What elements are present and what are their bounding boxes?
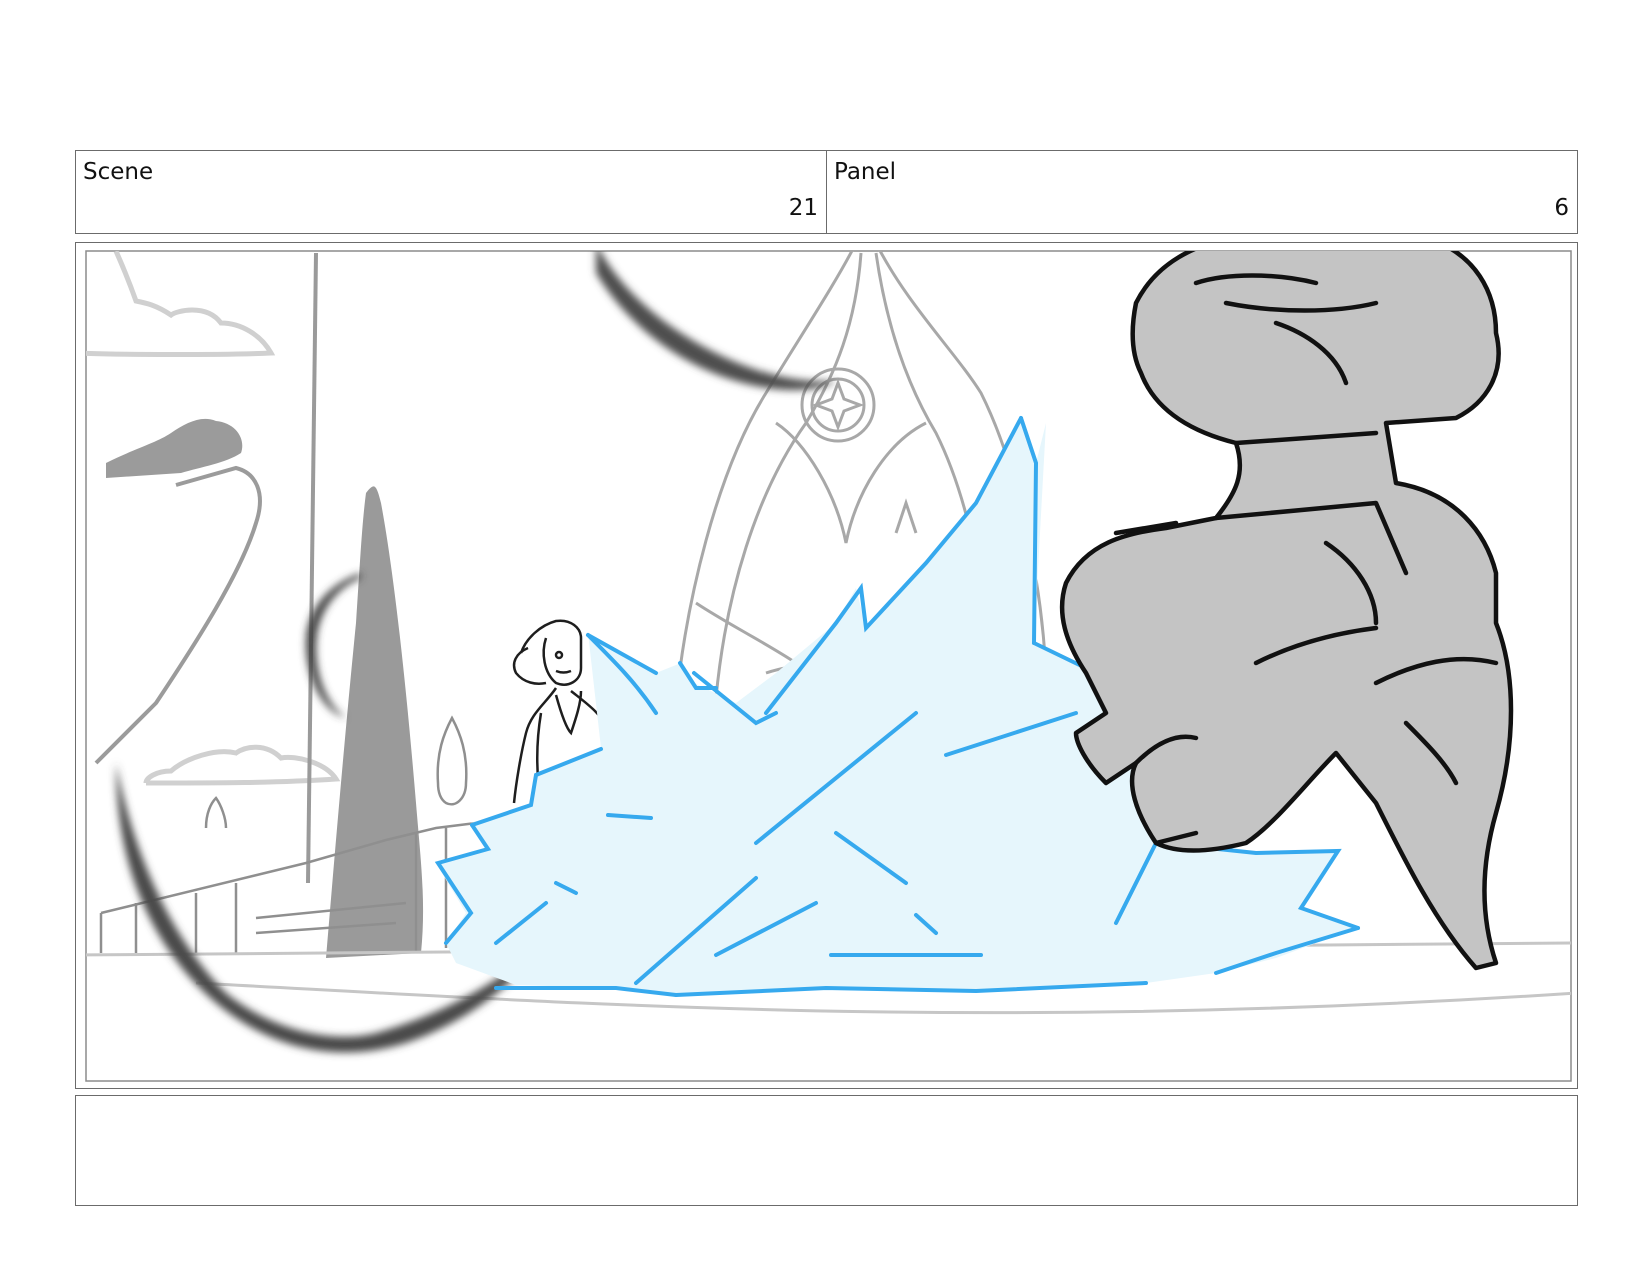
notes-box — [75, 1095, 1578, 1206]
scene-number: 21 — [788, 195, 818, 221]
panel-header: Scene 21 Panel 6 — [75, 150, 1578, 234]
storyboard-drawing — [85, 250, 1572, 1082]
pole — [306, 252, 318, 884]
panel-label: Panel — [834, 159, 897, 185]
scene-label: Scene — [83, 159, 154, 185]
cloud-top-left — [86, 251, 341, 786]
scene-cell: Scene 21 — [76, 151, 826, 233]
left-cliff — [94, 418, 262, 765]
cypress-tree — [326, 486, 424, 958]
storyboard-frame — [75, 242, 1578, 1089]
panel-cell: Panel 6 — [826, 151, 1577, 233]
panel-number: 6 — [1554, 195, 1569, 221]
